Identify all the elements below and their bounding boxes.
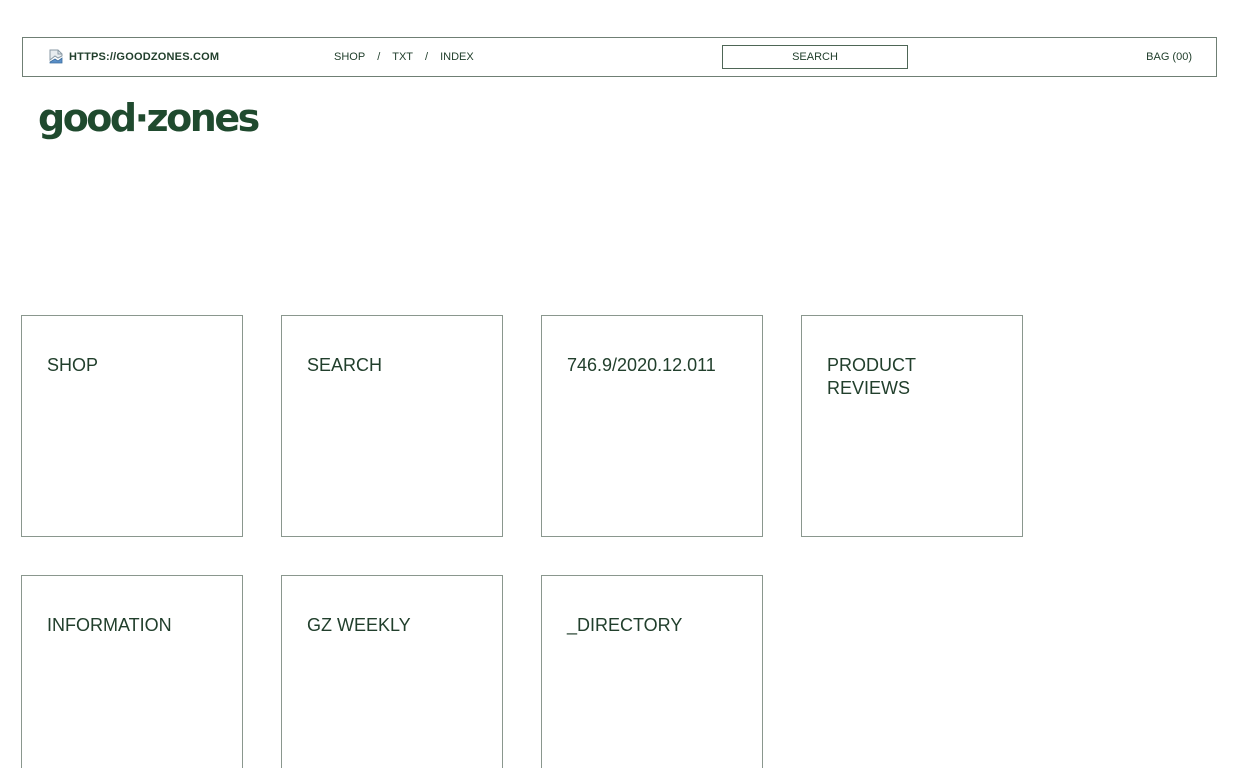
tile-label: SEARCH [307,355,383,375]
bag-link[interactable]: BAG (00) [1146,51,1192,63]
tile-label: _DIRECTORY [567,615,683,635]
page: HTTPS://GOODZONES.COM SHOP / TXT / INDEX… [0,0,1240,768]
tile-directory[interactable]: _DIRECTORY [541,575,763,768]
breadcrumb-separator: / [377,51,381,63]
site-link[interactable]: HTTPS://GOODZONES.COM [49,49,219,64]
tile-label: GZ WEEKLY [307,615,411,635]
search-button[interactable]: SEARCH [722,45,908,69]
tile-information[interactable]: INFORMATION [21,575,243,768]
site-logo[interactable]: good·zones [38,96,260,140]
tile-label: PRODUCT REVIEWS [827,355,916,398]
breadcrumb-separator: / [425,51,429,63]
tile-label: 746.9/2020.12.011 [567,355,716,375]
breadcrumb-shop[interactable]: SHOP [334,51,365,63]
tile-gz-weekly[interactable]: GZ WEEKLY [281,575,503,768]
tile-search[interactable]: SEARCH [281,315,503,537]
tile-product-reviews[interactable]: PRODUCT REVIEWS [801,315,1023,537]
tile-shop[interactable]: SHOP [21,315,243,537]
breadcrumb-index[interactable]: INDEX [440,51,474,63]
tile-catalog-number[interactable]: 746.9/2020.12.011 [541,315,763,537]
top-nav-bar: HTTPS://GOODZONES.COM SHOP / TXT / INDEX… [22,37,1217,77]
broken-image-icon [49,49,63,64]
site-url: HTTPS://GOODZONES.COM [69,50,220,63]
tile-label: SHOP [47,355,99,375]
breadcrumb: SHOP / TXT / INDEX [334,51,474,63]
tile-label: INFORMATION [47,615,172,635]
breadcrumb-txt[interactable]: TXT [392,51,413,63]
